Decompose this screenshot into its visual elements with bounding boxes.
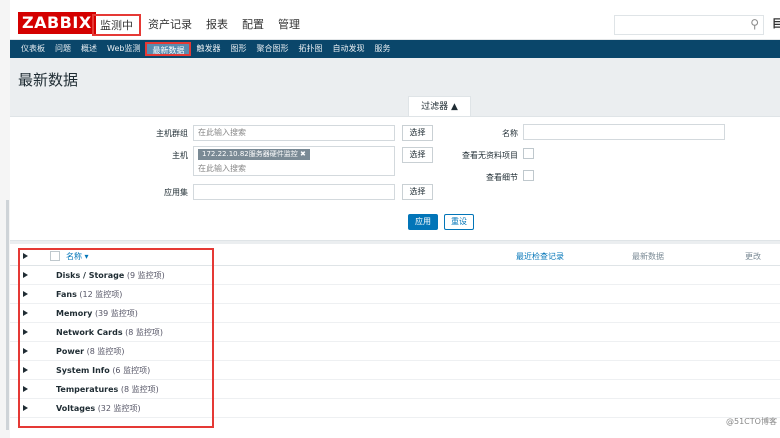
subnav-screens[interactable]: 聚合图形 bbox=[251, 40, 293, 58]
subnav-overview[interactable]: 概述 bbox=[76, 40, 102, 58]
highlight-annotation bbox=[18, 248, 214, 428]
host-search-input[interactable]: 在此输入搜索 bbox=[198, 162, 246, 176]
nav-reports[interactable]: 报表 bbox=[199, 14, 235, 36]
help-icon[interactable]: 目 bbox=[772, 15, 780, 31]
filter-panel: 主机群组 在此输入搜索 选择 主机 172.22.10.82服务器硬件监控 ✖ … bbox=[10, 116, 780, 241]
subnav-maps[interactable]: 拓扑图 bbox=[293, 40, 327, 58]
nav-configuration[interactable]: 配置 bbox=[235, 14, 271, 36]
host-group-input[interactable]: 在此输入搜索 bbox=[193, 125, 395, 141]
show-details-checkbox[interactable] bbox=[523, 170, 534, 181]
application-input[interactable] bbox=[193, 184, 395, 200]
nav-inventory[interactable]: 资产记录 bbox=[141, 14, 199, 36]
main-nav: 监测中 资产记录 报表 配置 管理 bbox=[92, 14, 307, 36]
show-no-data-checkbox[interactable] bbox=[523, 148, 534, 159]
apply-button[interactable]: 应用 bbox=[408, 214, 438, 230]
name-label: 名称 bbox=[502, 129, 518, 138]
application-select-button[interactable]: 选择 bbox=[402, 184, 433, 200]
reset-button[interactable]: 重设 bbox=[444, 214, 474, 230]
zabbix-logo[interactable]: ZABBIX bbox=[18, 12, 96, 34]
subnav-services[interactable]: 服务 bbox=[369, 40, 395, 58]
subnav-dashboard[interactable]: 仪表板 bbox=[16, 40, 50, 58]
show-details-label: 查看细节 bbox=[486, 173, 518, 182]
host-group-label: 主机群组 bbox=[156, 129, 188, 138]
top-header: ZABBIX 监测中 资产记录 报表 配置 管理 ⚲ 目 bbox=[10, 0, 780, 40]
host-select-button[interactable]: 选择 bbox=[402, 147, 433, 163]
subnav-web[interactable]: Web监测 bbox=[102, 40, 145, 58]
host-label: 主机 bbox=[172, 151, 188, 160]
page: ZABBIX 监测中 资产记录 报表 配置 管理 ⚲ 目 仪表板 问题 概述 W… bbox=[0, 0, 780, 438]
col-last-value-header: 最新数据 bbox=[632, 252, 664, 261]
sub-nav: 仪表板 问题 概述 Web监测 最新数据 触发器 图形 聚合图形 拓扑图 自动发… bbox=[10, 40, 780, 58]
nav-administration[interactable]: 管理 bbox=[271, 14, 307, 36]
search-input[interactable]: ⚲ bbox=[614, 15, 764, 35]
host-multiselect[interactable]: 172.22.10.82服务器硬件监控 ✖ 在此输入搜索 bbox=[193, 146, 395, 176]
scrollbar[interactable] bbox=[6, 200, 9, 430]
name-input[interactable] bbox=[523, 124, 725, 140]
search-icon[interactable]: ⚲ bbox=[750, 17, 759, 31]
col-last-check-header[interactable]: 最近检查记录 bbox=[516, 251, 564, 262]
show-no-data-label: 查看无资料项目 bbox=[462, 151, 518, 160]
host-tag[interactable]: 172.22.10.82服务器硬件监控 ✖ bbox=[198, 149, 310, 160]
host-group-select-button[interactable]: 选择 bbox=[402, 125, 433, 141]
subnav-graphs[interactable]: 图形 bbox=[225, 40, 251, 58]
application-label: 应用集 bbox=[164, 188, 188, 197]
col-change-header: 更改 bbox=[745, 252, 761, 261]
left-scroll-strip bbox=[0, 0, 10, 438]
subnav-problems[interactable]: 问题 bbox=[50, 40, 76, 58]
filter-toggle-tab[interactable]: 过滤器 ▲ bbox=[408, 96, 471, 116]
subnav-latest-data[interactable]: 最新数据 bbox=[145, 42, 192, 56]
nav-monitoring[interactable]: 监测中 bbox=[92, 14, 141, 36]
watermark: @51CTO博客 bbox=[726, 417, 777, 426]
page-title: 最新数据 bbox=[18, 71, 79, 89]
subnav-discovery[interactable]: 自动发现 bbox=[327, 40, 369, 58]
subnav-triggers[interactable]: 触发器 bbox=[191, 40, 225, 58]
